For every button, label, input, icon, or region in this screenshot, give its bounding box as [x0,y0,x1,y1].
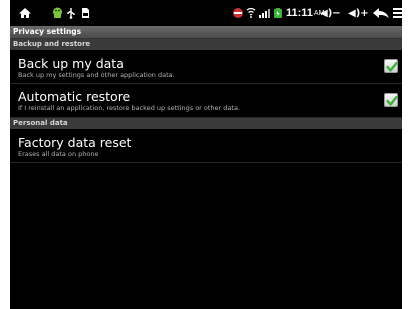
backup-data-checkbox[interactable] [384,59,398,73]
status-bar: 11:11 AM ◀)− ◀)+ [10,0,402,26]
pref-automatic-restore[interactable]: Automatic restore If I reinstall an appl… [10,84,402,118]
category-header-personal: Personal data [10,118,402,129]
pref-summary: Back up my settings and other applicatio… [18,71,175,79]
status-time: 11:11 AM [286,7,325,19]
settings-screen: 11:11 AM ◀)− ◀)+ Privacy settings Backup … [10,0,402,309]
category-header-backup: Backup and restore [10,39,402,50]
battery-icon [273,0,283,26]
menu-icon[interactable] [393,0,402,26]
sdcard-icon [80,0,90,26]
alert-icon [232,0,244,26]
page-title: Privacy settings [13,27,82,36]
pref-title: Back up my data [18,56,124,71]
back-icon[interactable] [372,0,390,26]
android-icon [52,0,63,26]
pref-summary: Erases all data on phone [18,150,99,158]
title-bar: Privacy settings [10,26,402,39]
pref-title: Factory data reset [18,135,132,150]
volume-down-button[interactable]: ◀)− [320,0,341,26]
signal-icon [258,0,270,26]
volume-up-button[interactable]: ◀)+ [348,0,369,26]
home-icon[interactable] [18,0,32,26]
pref-title: Automatic restore [18,89,131,104]
pref-backup-data[interactable]: Back up my data Back up my settings and … [10,50,402,84]
wifi-icon [246,0,256,26]
usb-icon [66,0,76,26]
automatic-restore-checkbox[interactable] [384,93,398,107]
pref-summary: If I reinstall an application, restore b… [18,104,241,112]
pref-factory-reset[interactable]: Factory data reset Erases all data on ph… [10,129,402,163]
